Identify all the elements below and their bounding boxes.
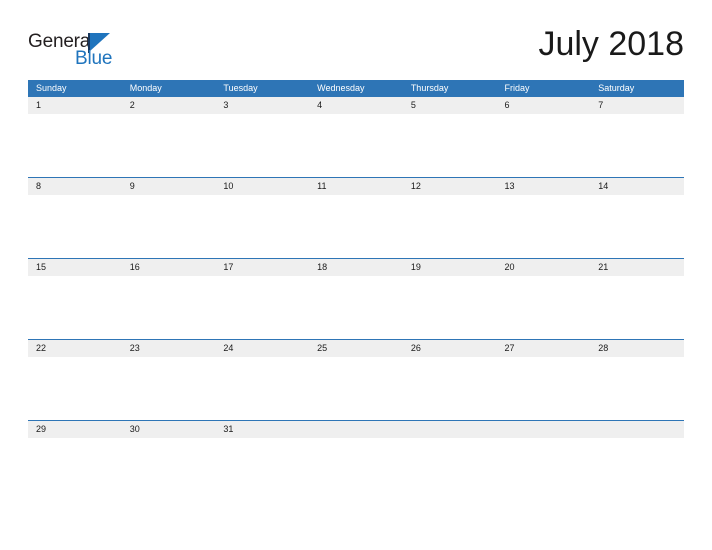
day-number: 12 xyxy=(410,181,421,191)
logo-text-blue: Blue xyxy=(75,48,113,69)
day-number: 3 xyxy=(223,100,229,110)
calendar-day-cell[interactable]: 12 xyxy=(402,177,497,259)
weekday-header-wednesday: Wednesday xyxy=(309,80,403,97)
calendar-grid: Sunday Monday Tuesday Wednesday Thursday… xyxy=(28,80,684,501)
weekday-header-thursday: Thursday xyxy=(402,80,497,97)
day-number: 14 xyxy=(598,181,609,191)
calendar-day-cell[interactable]: 30 xyxy=(121,420,216,501)
calendar-day-cell[interactable] xyxy=(496,420,591,501)
calendar-day-cell[interactable]: 26 xyxy=(402,339,497,421)
day-number: 20 xyxy=(504,262,515,272)
calendar-week-row: 8 9 10 11 12 13 14 xyxy=(28,177,684,259)
calendar-day-cell[interactable]: 3 xyxy=(215,97,310,178)
calendar-day-cell[interactable]: 25 xyxy=(309,339,403,421)
calendar-header-row-group: Sunday Monday Tuesday Wednesday Thursday… xyxy=(28,80,684,97)
calendar-day-cell[interactable] xyxy=(590,420,684,501)
day-number: 16 xyxy=(129,262,140,272)
calendar-week-row: 22 23 24 25 26 27 28 xyxy=(28,339,684,421)
calendar-day-cell[interactable]: 21 xyxy=(590,258,684,340)
calendar-day-cell[interactable]: 23 xyxy=(121,339,216,421)
general-blue-logo[interactable]: General Blue xyxy=(28,32,138,74)
weekday-header-friday: Friday xyxy=(496,80,591,97)
calendar-day-cell[interactable]: 8 xyxy=(28,177,122,259)
calendar-table: Sunday Monday Tuesday Wednesday Thursday… xyxy=(28,80,684,501)
calendar-day-cell[interactable]: 2 xyxy=(122,97,216,178)
day-number: 15 xyxy=(36,262,47,272)
weekday-header-saturday: Saturday xyxy=(590,80,684,97)
day-number: 30 xyxy=(129,424,140,434)
day-number: 18 xyxy=(317,262,328,272)
day-number: 28 xyxy=(598,343,609,353)
calendar-day-cell[interactable]: 22 xyxy=(28,339,122,421)
page-title: July 2018 xyxy=(538,25,684,63)
day-number: 10 xyxy=(223,181,234,191)
calendar-day-cell[interactable]: 18 xyxy=(309,258,403,340)
calendar-day-cell[interactable]: 5 xyxy=(403,97,497,178)
calendar-day-cell[interactable]: 1 xyxy=(28,97,122,178)
calendar-week-row: 15 16 17 18 19 20 21 xyxy=(28,258,684,340)
day-number: 7 xyxy=(598,100,604,110)
day-number: 19 xyxy=(410,262,421,272)
page-header: General Blue July 2018 xyxy=(28,24,684,76)
day-number: 23 xyxy=(129,343,140,353)
calendar-day-cell[interactable]: 10 xyxy=(215,177,310,259)
calendar-day-cell[interactable]: 19 xyxy=(402,258,497,340)
day-number: 6 xyxy=(504,100,510,110)
calendar-day-cell[interactable]: 13 xyxy=(496,177,591,259)
calendar-day-cell[interactable]: 6 xyxy=(497,97,591,178)
day-number: 26 xyxy=(410,343,421,353)
day-number: 17 xyxy=(223,262,234,272)
day-number: 5 xyxy=(410,100,416,110)
calendar-day-cell[interactable]: 27 xyxy=(496,339,591,421)
calendar-week-row: 29 30 31 xyxy=(28,420,684,501)
calendar-day-cell[interactable]: 9 xyxy=(121,177,216,259)
day-number: 24 xyxy=(223,343,234,353)
calendar-day-cell[interactable]: 16 xyxy=(121,258,216,340)
day-number: 21 xyxy=(598,262,609,272)
day-number: 8 xyxy=(36,181,42,191)
calendar-day-cell[interactable]: 17 xyxy=(215,258,310,340)
day-number: 2 xyxy=(129,100,135,110)
day-number: 1 xyxy=(36,100,42,110)
day-number: 29 xyxy=(36,424,47,434)
day-number: 11 xyxy=(317,181,327,191)
calendar-day-cell[interactable]: 7 xyxy=(590,97,684,178)
calendar-day-cell[interactable]: 29 xyxy=(28,420,122,501)
day-number: 31 xyxy=(223,424,234,434)
calendar-day-cell[interactable] xyxy=(309,420,403,501)
calendar-day-cell[interactable]: 28 xyxy=(590,339,684,421)
day-number: 25 xyxy=(317,343,328,353)
weekday-header-sunday: Sunday xyxy=(28,80,122,97)
calendar-day-cell[interactable]: 20 xyxy=(496,258,591,340)
calendar-day-cell[interactable]: 4 xyxy=(309,97,403,178)
day-number: 22 xyxy=(36,343,47,353)
calendar-day-cell[interactable]: 14 xyxy=(590,177,684,259)
calendar-week-row: 1 2 3 4 5 6 7 xyxy=(28,97,684,178)
weekday-header-row: Sunday Monday Tuesday Wednesday Thursday… xyxy=(28,80,684,97)
calendar-day-cell[interactable]: 11 xyxy=(309,177,403,259)
weekday-header-monday: Monday xyxy=(121,80,216,97)
day-number: 27 xyxy=(504,343,515,353)
calendar-day-cell[interactable]: 31 xyxy=(215,420,310,501)
calendar-day-cell[interactable]: 15 xyxy=(28,258,122,340)
weekday-header-tuesday: Tuesday xyxy=(215,80,310,97)
day-number: 4 xyxy=(317,100,323,110)
calendar-body: 1 2 3 4 5 6 7 8 9 10 11 12 13 14 15 16 1… xyxy=(28,97,684,501)
day-number: 9 xyxy=(129,181,135,191)
day-number: 13 xyxy=(504,181,515,191)
calendar-day-cell[interactable]: 24 xyxy=(215,339,310,421)
calendar-day-cell[interactable] xyxy=(402,420,497,501)
